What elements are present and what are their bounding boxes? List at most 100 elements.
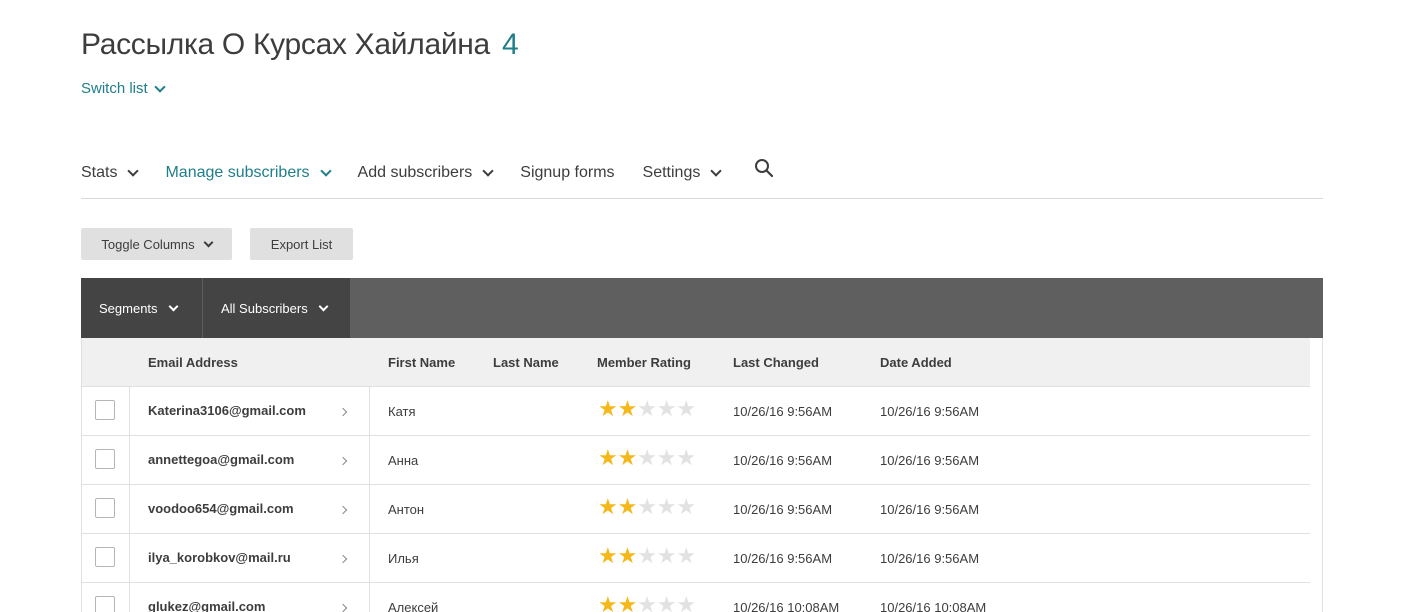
all-subscribers-dropdown[interactable]: All Subscribers: [202, 278, 350, 338]
first-name: Илья: [388, 551, 419, 566]
nav-signup-forms-label: Signup forms: [520, 164, 615, 181]
row-select-cell: [82, 583, 130, 612]
chevron-right-icon: [338, 603, 348, 612]
date-added: 10/26/16 10:08AM: [880, 600, 987, 612]
member-rating: ★ ★ ★ ★ ★: [598, 593, 697, 612]
star-empty-icon: ★: [656, 446, 677, 471]
star-empty-icon: ★: [676, 593, 697, 612]
last-changed: 10/26/16 9:56AM: [733, 551, 833, 566]
nav-stats[interactable]: Stats: [81, 158, 140, 188]
column-header-last-changed[interactable]: Last Changed: [733, 355, 819, 370]
email-cell[interactable]: Katerina3106@gmail.com: [130, 387, 370, 435]
all-subscribers-label: All Subscribers: [221, 300, 308, 316]
star-empty-icon: ★: [656, 593, 677, 612]
star-empty-icon: ★: [656, 397, 677, 422]
chevron-down-icon: [318, 301, 329, 311]
subscribers-table: Email Address First Name Last Name Membe…: [81, 338, 1323, 612]
email-cell[interactable]: annettegoa@gmail.com: [130, 436, 370, 484]
member-rating: ★ ★ ★ ★ ★: [598, 446, 696, 471]
chevron-down-icon: [482, 165, 494, 177]
search-icon[interactable]: [754, 158, 774, 178]
toggle-columns-button[interactable]: Toggle Columns: [81, 228, 232, 260]
last-changed: 10/26/16 10:08AM: [733, 600, 840, 612]
chevron-right-icon: [338, 505, 348, 515]
table-row[interactable]: glukez@gmail.com Алексей ★ ★ ★ ★ ★ 10/26/16 10:…: [82, 583, 1310, 612]
star-empty-icon: ★: [676, 544, 697, 569]
first-name: Антон: [388, 502, 425, 517]
row-checkbox[interactable]: [95, 547, 115, 567]
row-checkbox[interactable]: [95, 449, 115, 469]
nav-manage-subscribers-label: Manage subscribers: [165, 164, 310, 181]
star-filled-icon: ★: [598, 593, 618, 612]
column-header-member-rating[interactable]: Member Rating: [597, 355, 691, 370]
nav-settings-label: Settings: [642, 164, 701, 181]
email-cell[interactable]: voodoo654@gmail.com: [130, 485, 370, 533]
last-changed: 10/26/16 9:56AM: [733, 404, 833, 419]
first-name: Катя: [388, 404, 416, 419]
star-filled-icon: ★: [598, 495, 618, 520]
list-header: Рассылка О Курсах Хайлайна 4: [81, 28, 519, 62]
row-select-cell: [82, 534, 130, 582]
row-select-cell: [82, 387, 130, 435]
row-checkbox[interactable]: [95, 400, 115, 420]
table-row[interactable]: Katerina3106@gmail.com Катя ★ ★ ★ ★ ★ 10/26/16 …: [82, 387, 1310, 436]
subscriber-count: 4: [501, 28, 519, 61]
nav-add-subscribers[interactable]: Add subscribers: [357, 158, 494, 188]
star-filled-icon: ★: [617, 593, 638, 612]
email-cell[interactable]: ilya_korobkov@mail.ru: [130, 534, 370, 582]
email-address: annettegoa@gmail.com: [148, 452, 295, 467]
main-nav: Stats Manage subscribers Add subscribers…: [81, 158, 1323, 199]
last-changed: 10/26/16 9:56AM: [733, 453, 833, 468]
column-header-email[interactable]: Email Address: [148, 355, 238, 370]
date-added: 10/26/16 9:56AM: [880, 453, 980, 468]
email-address: glukez@gmail.com: [148, 599, 266, 612]
email-cell[interactable]: glukez@gmail.com: [130, 583, 370, 612]
star-empty-icon: ★: [637, 495, 657, 520]
date-added: 10/26/16 9:56AM: [880, 404, 980, 419]
nav-stats-label: Stats: [81, 164, 118, 181]
star-empty-icon: ★: [676, 397, 697, 422]
star-empty-icon: ★: [637, 397, 657, 422]
nav-manage-subscribers[interactable]: Manage subscribers: [165, 158, 332, 188]
page: Рассылка О Курсах Хайлайна 4 Switch list…: [0, 0, 1403, 612]
member-rating: ★ ★ ★ ★ ★: [598, 397, 697, 422]
chevron-down-icon: [127, 165, 140, 177]
date-added: 10/26/16 9:56AM: [880, 551, 980, 566]
nav-signup-forms[interactable]: Signup forms: [520, 158, 614, 188]
star-empty-icon: ★: [656, 544, 677, 569]
star-filled-icon: ★: [617, 446, 638, 471]
table-header: Email Address First Name Last Name Membe…: [82, 338, 1310, 387]
nav-add-subscribers-label: Add subscribers: [357, 164, 473, 181]
segment-bar: Segments All Subscribers: [81, 278, 1323, 338]
export-list-button[interactable]: Export List: [250, 228, 353, 260]
toggle-columns-label: Toggle Columns: [101, 236, 195, 252]
star-filled-icon: ★: [617, 495, 638, 520]
star-filled-icon: ★: [598, 446, 618, 471]
segments-dropdown[interactable]: Segments: [81, 278, 202, 338]
export-list-label: Export List: [270, 236, 333, 252]
email-address: voodoo654@gmail.com: [148, 501, 294, 516]
row-checkbox[interactable]: [95, 498, 115, 518]
table-row[interactable]: voodoo654@gmail.com Антон ★ ★ ★ ★ ★ 10/26/16 9:…: [82, 485, 1310, 534]
star-empty-icon: ★: [656, 495, 677, 520]
chevron-down-icon: [319, 165, 332, 177]
table-row[interactable]: ilya_korobkov@mail.ru Илья ★ ★ ★ ★ ★ 10/26/16 9…: [82, 534, 1310, 583]
column-header-first-name[interactable]: First Name: [388, 355, 455, 370]
segments-label: Segments: [99, 300, 158, 316]
date-added: 10/26/16 9:56AM: [880, 502, 980, 517]
nav-settings[interactable]: Settings: [642, 158, 723, 188]
table-row[interactable]: annettegoa@gmail.com Анна ★ ★ ★ ★ ★ 10/26/16 9:…: [82, 436, 1310, 485]
switch-list-link[interactable]: Switch list: [81, 80, 166, 97]
star-empty-icon: ★: [676, 495, 697, 520]
chevron-down-icon: [154, 80, 166, 93]
row-checkbox[interactable]: [95, 596, 115, 612]
chevron-right-icon: [338, 407, 348, 417]
chevron-down-icon: [710, 165, 723, 177]
star-filled-icon: ★: [617, 397, 638, 422]
star-filled-icon: ★: [598, 397, 618, 422]
column-header-date-added[interactable]: Date Added: [880, 355, 952, 370]
list-title: Рассылка О Курсах Хайлайна: [81, 28, 490, 61]
chevron-right-icon: [338, 456, 348, 466]
column-header-last-name[interactable]: Last Name: [493, 355, 559, 370]
star-empty-icon: ★: [637, 593, 657, 612]
